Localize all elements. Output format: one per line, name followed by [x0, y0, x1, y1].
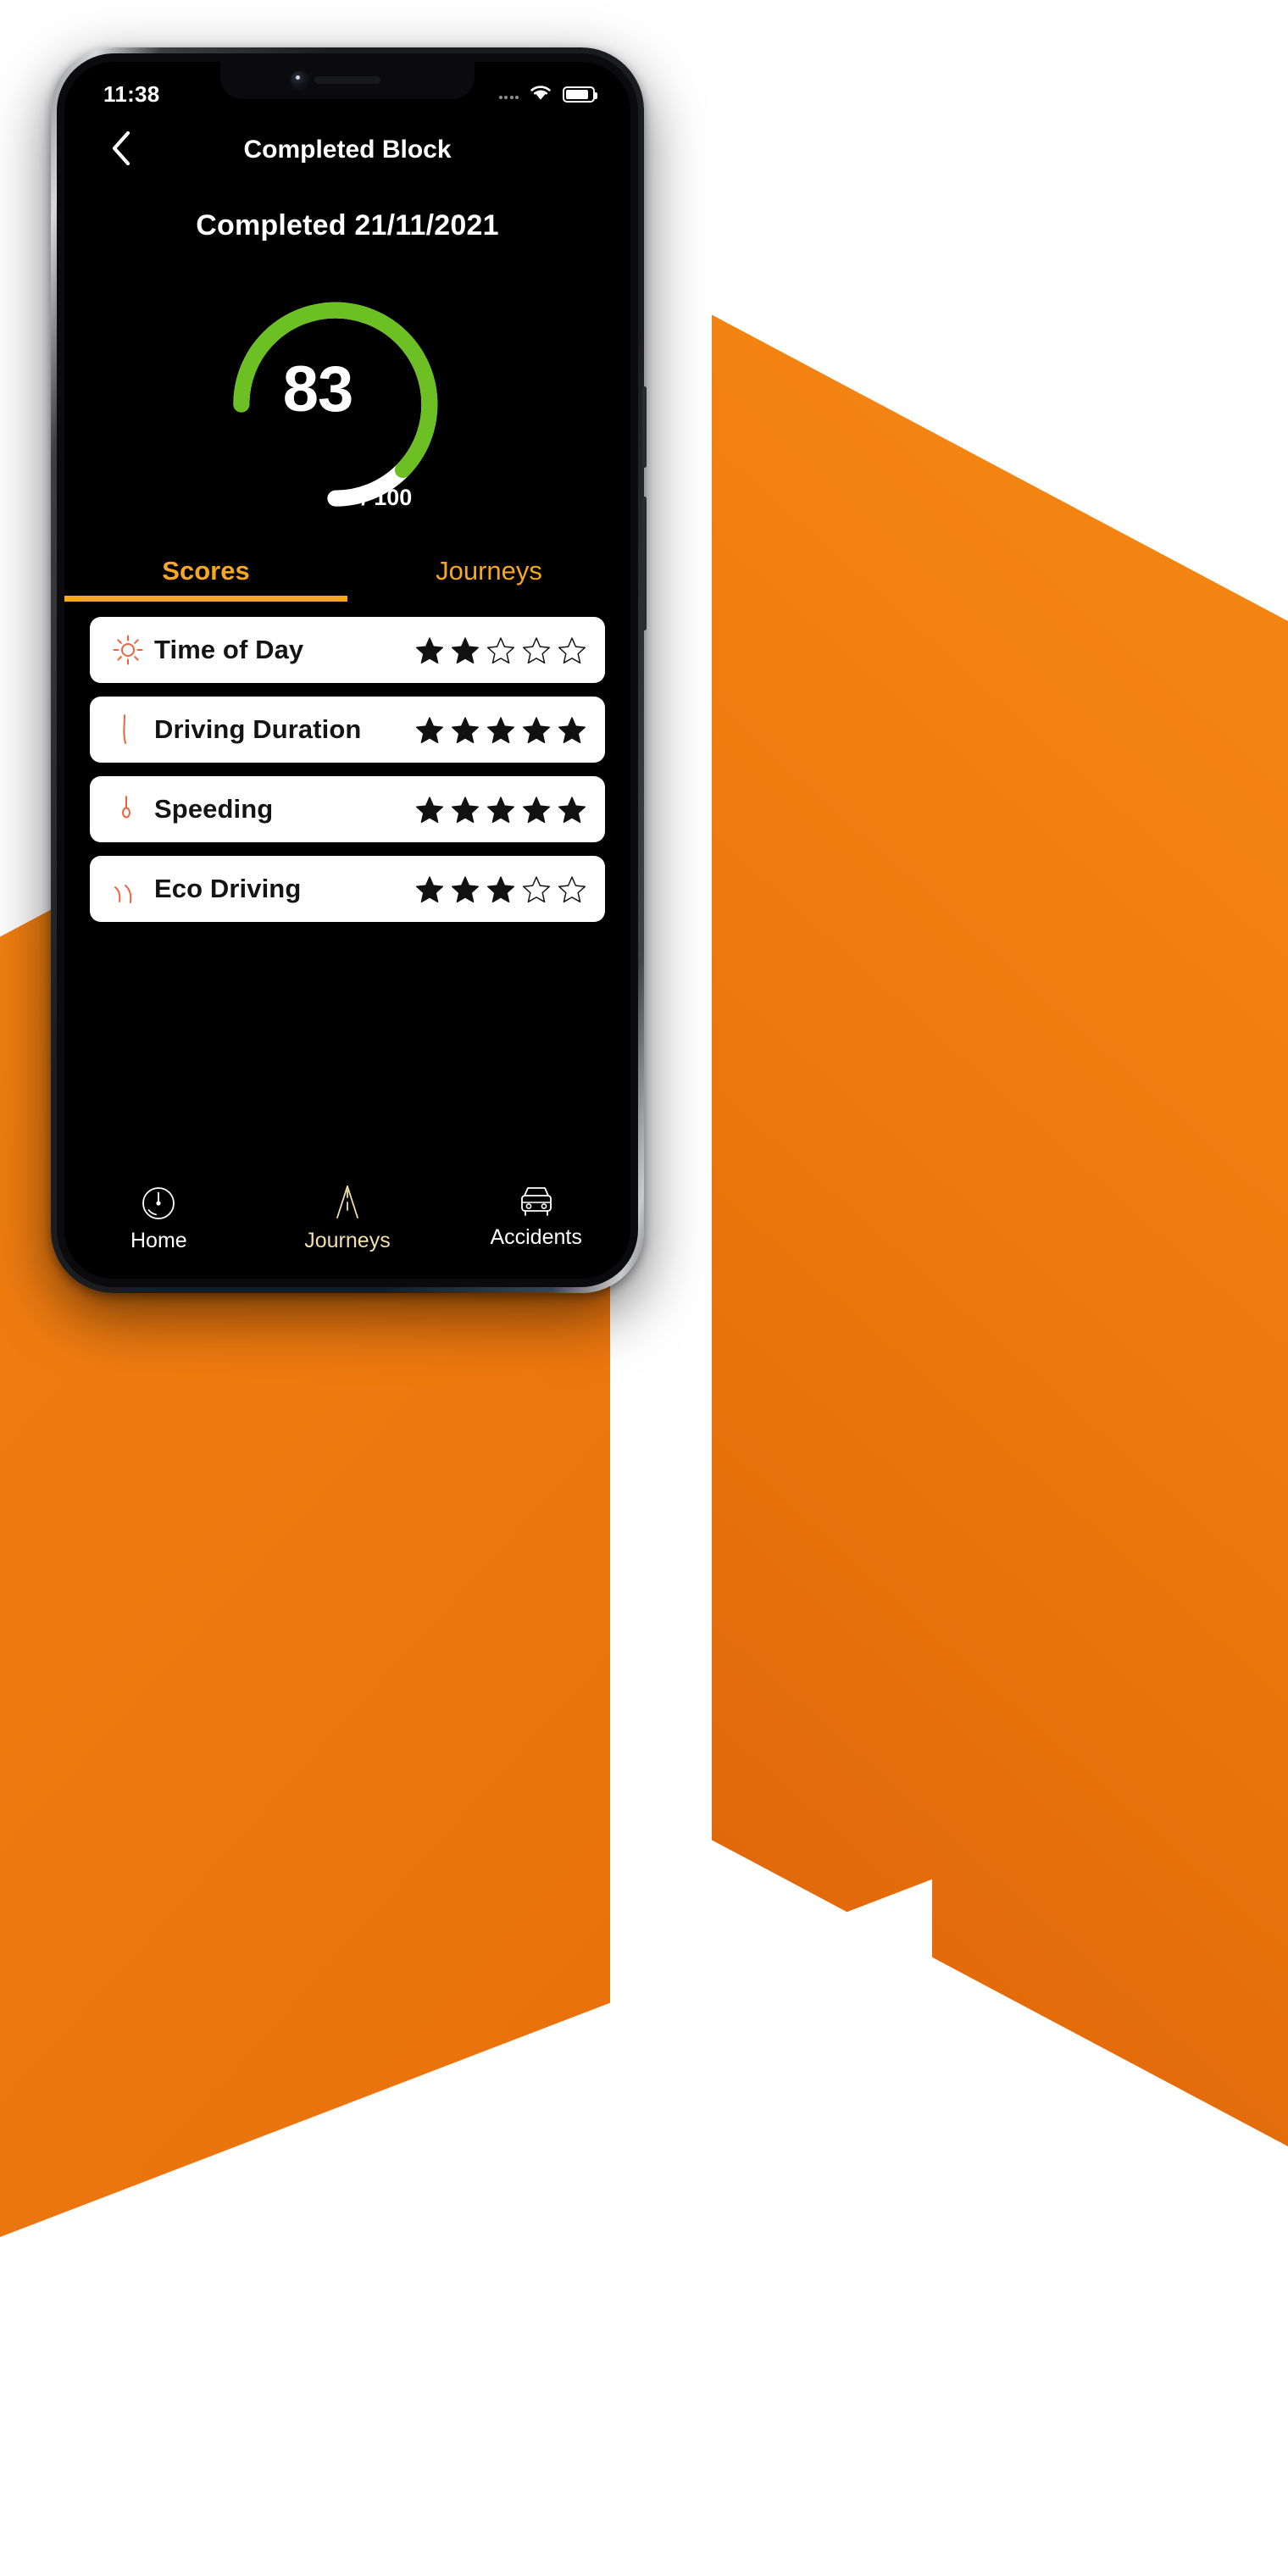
nav-item-accidents[interactable]: Accidents: [452, 1182, 621, 1250]
nav-item-journeys[interactable]: Journeys: [263, 1182, 432, 1253]
gauge-score-value: 83: [282, 353, 354, 425]
tab-journeys[interactable]: Journeys: [347, 544, 630, 602]
score-row[interactable]: Driving Duration: [90, 697, 605, 763]
wifi-icon: [528, 83, 553, 106]
score-row[interactable]: Eco Driving: [90, 856, 605, 922]
score-row[interactable]: Speeding: [90, 776, 605, 842]
status-indicators: [498, 83, 597, 106]
tab-scores[interactable]: Scores: [64, 544, 347, 602]
clock-hand-icon: [105, 707, 151, 752]
signal-dots-icon: [498, 89, 519, 99]
nav-item-label: Journeys: [304, 1229, 391, 1252]
page-title: Completed Block: [243, 136, 452, 164]
completion-date-heading: Completed 21/11/2021: [196, 209, 499, 242]
score-list: Time of Day Driving Duration Speeding Ec…: [64, 602, 630, 922]
sun-icon: [105, 627, 151, 673]
gauge-value-group: 83 / 100: [64, 261, 630, 524]
bottom-navigation: Home Journeys Accidents: [64, 1170, 630, 1279]
app-header: Completed Block: [64, 114, 630, 186]
star-rating: [415, 716, 586, 744]
nav-item-label: Accidents: [490, 1225, 582, 1249]
power-button[interactable]: [642, 497, 647, 630]
road-icon: [326, 1182, 369, 1224]
star-rating: [415, 636, 586, 664]
score-gauge: 83 / 100: [64, 261, 630, 524]
tab-label: Journeys: [436, 556, 542, 586]
front-camera-icon: [291, 71, 308, 89]
gauge-needle-icon: [105, 786, 151, 832]
gauge-score-total: / 100: [361, 485, 413, 510]
tab-bar: Scores Journeys: [64, 544, 630, 602]
score-row[interactable]: Time of Day: [90, 617, 605, 683]
phone-bezel: 11:38 Completed Block Completed 21/11/20…: [57, 53, 638, 1287]
volume-button[interactable]: [642, 386, 647, 468]
chevron-left-icon: [110, 130, 132, 171]
speedometer-icon: [137, 1182, 180, 1224]
score-row-label: Eco Driving: [154, 874, 302, 903]
car-front-icon: [514, 1182, 558, 1221]
phone-device-frame: 11:38 Completed Block Completed 21/11/20…: [51, 47, 647, 1293]
battery-icon: [563, 86, 597, 103]
status-time: 11:38: [103, 80, 160, 107]
nav-item-home[interactable]: Home: [74, 1182, 243, 1253]
nav-item-label: Home: [130, 1229, 187, 1252]
score-row-label: Driving Duration: [154, 714, 362, 744]
score-row-label: Time of Day: [154, 635, 304, 664]
back-button[interactable]: [98, 127, 144, 173]
leaf-swoosh-icon: [105, 866, 151, 912]
phone-screen: 11:38 Completed Block Completed 21/11/20…: [64, 62, 630, 1279]
star-rating: [415, 796, 586, 824]
phone-notch: [220, 62, 475, 99]
score-row-label: Speeding: [154, 794, 274, 824]
tab-label: Scores: [162, 556, 250, 586]
earpiece-speaker: [314, 75, 380, 84]
star-rating: [415, 875, 586, 903]
